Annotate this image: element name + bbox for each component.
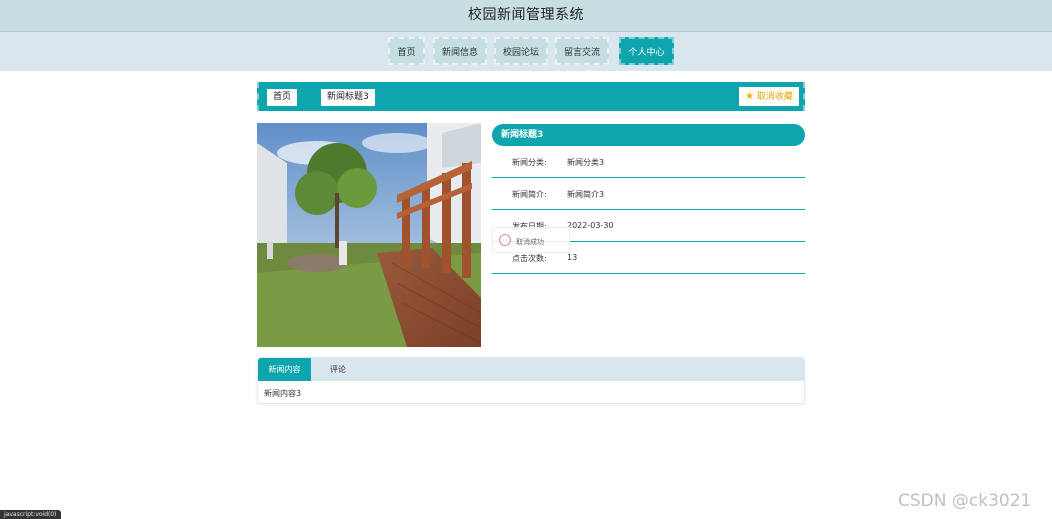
status-bar: javascript:void(0) <box>0 510 61 519</box>
category-value: 新闻分类3 <box>567 158 605 167</box>
summary-value: 新闻简介3 <box>567 190 605 199</box>
detail-row-category: 新闻分类: 新闻分类3 <box>492 146 805 178</box>
tab-content[interactable]: 新闻内容 <box>258 358 311 381</box>
unfavorite-button[interactable]: ★ 取消收藏 <box>739 87 799 106</box>
sad-face-icon <box>499 234 511 246</box>
star-icon: ★ <box>745 91 755 102</box>
tab-comments[interactable]: 评论 <box>318 358 358 381</box>
news-content: 新闻内容3 <box>264 389 302 398</box>
date-value: 2022-03-30 <box>567 221 614 230</box>
toast-text: 取消成功 <box>516 238 544 246</box>
category-label: 新闻分类: <box>512 158 547 167</box>
main-nav: 首页 新闻信息 校园论坛 留言交流 个人中心 <box>0 32 1052 71</box>
news-image <box>257 123 481 347</box>
nav-item-messages[interactable]: 留言交流 <box>555 37 609 65</box>
nav-item-news[interactable]: 新闻信息 <box>433 37 487 65</box>
clicks-value: 13 <box>567 253 578 262</box>
unfavorite-label: 取消收藏 <box>756 92 793 102</box>
toast-message: 取消成功 <box>492 227 570 253</box>
watermark: CSDN @ck3021 <box>898 491 1032 511</box>
breadcrumb-home[interactable]: 首页 <box>267 89 298 106</box>
site-title: 校园新闻管理系统 <box>468 7 584 23</box>
nav-item-home[interactable]: 首页 <box>388 37 425 65</box>
clicks-label: 点击次数: <box>512 254 547 263</box>
nav-item-forum[interactable]: 校园论坛 <box>494 37 548 65</box>
detail-row-summary: 新闻简介: 新闻简介3 <box>492 178 805 210</box>
app-header: 校园新闻管理系统 <box>0 0 1052 32</box>
tabs-header: 新闻内容 评论 <box>258 358 804 381</box>
summary-label: 新闻简介: <box>512 190 547 199</box>
nav-item-profile[interactable]: 个人中心 <box>619 37 674 65</box>
breadcrumb-current[interactable]: 新闻标题3 <box>321 89 375 106</box>
content-tabs: 新闻内容 评论 新闻内容3 <box>257 357 805 404</box>
news-title: 新闻标题3 <box>492 124 805 146</box>
breadcrumb: 首页 新闻标题3 ★ 取消收藏 <box>257 82 805 111</box>
